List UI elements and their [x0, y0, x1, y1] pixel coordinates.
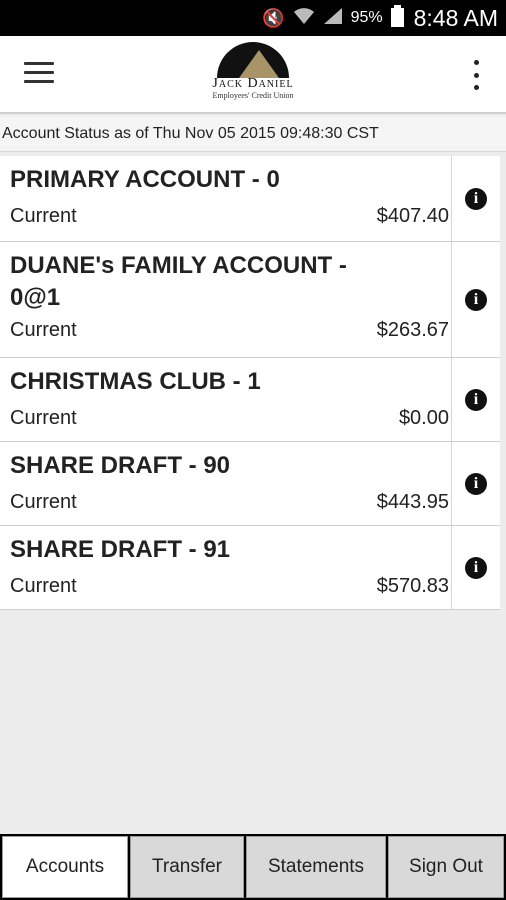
tab-statements[interactable]: Statements: [246, 836, 386, 898]
account-title: DUANE's FAMILY ACCOUNT - 0@1: [10, 252, 347, 311]
balance-label: Current: [10, 491, 77, 513]
battery-icon: [390, 4, 404, 32]
mute-icon: 🔇: [262, 7, 285, 28]
account-item[interactable]: PRIMARY ACCOUNT - 0 Current $407.40 i: [0, 156, 500, 242]
balance-amount: $570.83: [376, 575, 449, 597]
overflow-menu-icon[interactable]: [472, 60, 480, 90]
battery-percent: 95%: [350, 9, 383, 26]
account-item[interactable]: DUANE's FAMILY ACCOUNT - 0@1 Current $263…: [0, 242, 500, 358]
tab-transfer[interactable]: Transfer: [130, 836, 244, 898]
logo-subtitle: Employees' Credit Union: [212, 91, 294, 100]
balance-label: Current: [10, 407, 77, 429]
tab-accounts[interactable]: Accounts: [2, 836, 128, 898]
account-item[interactable]: CHRISTMAS CLUB - 1 Current $0.00 i: [0, 358, 500, 442]
balance-amount: $263.67: [376, 319, 449, 341]
account-item[interactable]: SHARE DRAFT - 90 Current $443.95 i: [0, 442, 500, 526]
info-icon[interactable]: i: [465, 187, 487, 210]
info-icon[interactable]: i: [465, 556, 487, 579]
menu-icon[interactable]: [24, 62, 54, 86]
logo-name: Jack Daniel: [212, 76, 294, 91]
balance-amount: $407.40: [376, 205, 449, 227]
info-icon[interactable]: i: [465, 472, 487, 495]
balance-label: Current: [10, 205, 77, 227]
account-list: PRIMARY ACCOUNT - 0 Current $407.40 i DUA…: [0, 156, 500, 610]
wifi-icon: [293, 7, 315, 30]
account-title: SHARE DRAFT - 90: [10, 452, 231, 479]
status-icons: 🔇 95%: [262, 4, 404, 32]
bottom-tab-bar: Accounts Transfer Statements Sign Out: [0, 834, 506, 900]
app-header: Jack Daniel Employees' Credit Union: [0, 36, 506, 114]
balance-label: Current: [10, 575, 77, 597]
balance-amount: $0.00: [398, 407, 449, 429]
account-title: PRIMARY ACCOUNT - 0: [10, 166, 280, 193]
account-item[interactable]: SHARE DRAFT - 91 Current $570.83 i: [0, 526, 500, 610]
info-icon[interactable]: i: [465, 388, 487, 411]
logo-mark-icon: [217, 42, 289, 78]
account-title: SHARE DRAFT - 91: [10, 536, 231, 563]
balance-label: Current: [10, 319, 77, 341]
tab-sign-out[interactable]: Sign Out: [388, 836, 504, 898]
status-bar: 🔇 95% 8:48 AM: [0, 0, 506, 36]
credit-union-logo: Jack Daniel Employees' Credit Union: [178, 40, 328, 112]
info-icon[interactable]: i: [465, 288, 487, 311]
clock: 8:48 AM: [413, 4, 498, 31]
account-title: CHRISTMAS CLUB - 1: [10, 368, 261, 395]
account-status-timestamp: Account Status as of Thu Nov 05 2015 09:…: [0, 116, 506, 152]
balance-amount: $443.95: [376, 491, 449, 513]
signal-icon: [323, 7, 343, 30]
